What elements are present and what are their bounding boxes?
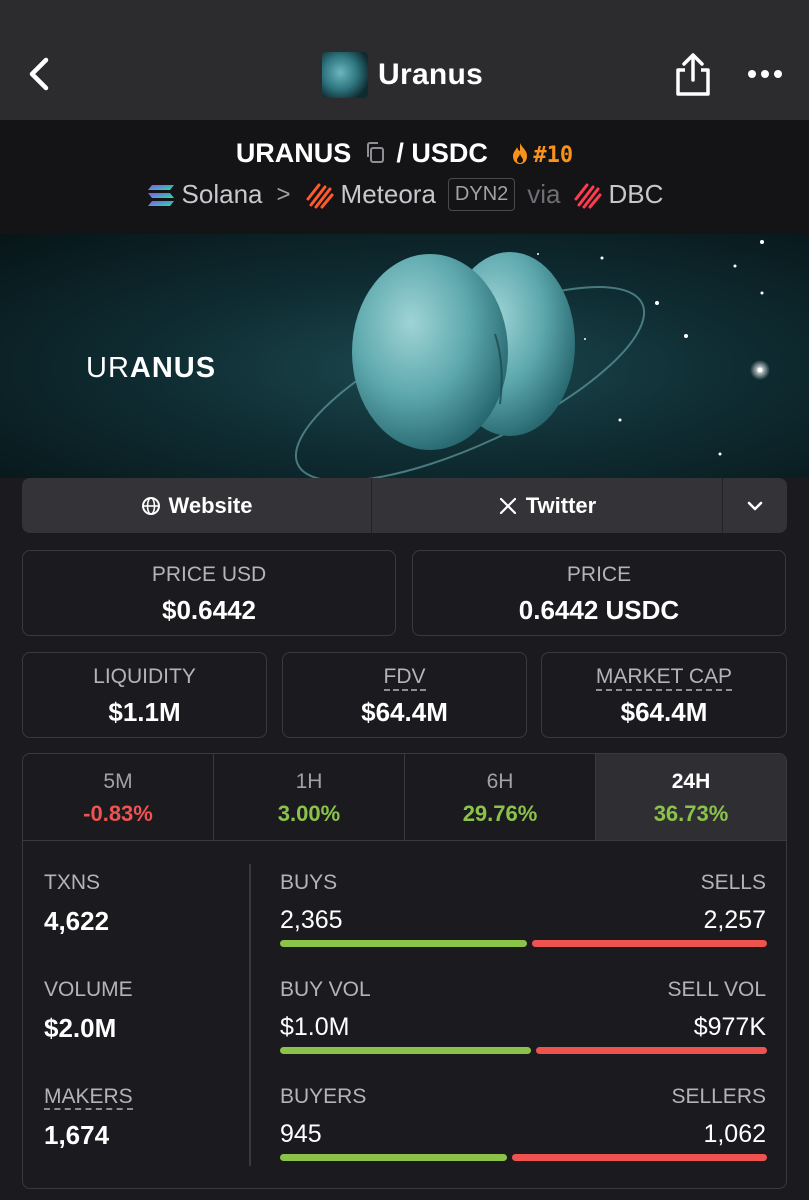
more-horizontal-icon[interactable] <box>744 62 786 86</box>
market-cap-label: MARKET CAP <box>542 665 786 691</box>
globe-icon <box>141 496 160 515</box>
token-banner: URANUS <box>0 234 809 478</box>
via-label: via <box>527 179 561 209</box>
trending-rank[interactable]: #10 <box>509 143 573 168</box>
price-card: PRICE 0.6442 USDC <box>412 550 786 636</box>
token-title: Uranus <box>322 52 483 98</box>
volume-value: $2.0M <box>44 1013 117 1043</box>
price-usd-card: PRICE USD $0.6442 <box>22 550 396 636</box>
tab-change: -0.83% <box>83 801 153 826</box>
tab-6h[interactable]: 6H 29.76% <box>405 754 596 840</box>
tab-change: 3.00% <box>277 801 341 826</box>
sell-vol-label: SELL VOL <box>667 978 766 1001</box>
liquidity-card: LIQUIDITY $1.1M <box>22 652 267 738</box>
timeframe-tabs: 5M -0.83% 1H 3.00% 6H 29.76% 24H 36.73% <box>23 754 786 841</box>
pair-title: URANUS / USDC #10 <box>0 138 809 169</box>
fdv-label: FDV <box>283 665 526 691</box>
makers-label[interactable]: MAKERS <box>44 1085 133 1110</box>
token-logo <box>322 52 368 98</box>
pool-type-badge: DYN2 <box>447 178 516 211</box>
tab-label: 1H <box>295 770 323 793</box>
tab-label: 6H <box>486 770 514 793</box>
tab-5m[interactable]: 5M -0.83% <box>23 754 214 840</box>
chevron-left-icon[interactable] <box>22 52 62 96</box>
trading-stats-panel: 5M -0.83% 1H 3.00% 6H 29.76% 24H 36.73% … <box>22 753 787 1189</box>
market-cap-card[interactable]: MARKET CAP $64.4M <box>541 652 787 738</box>
sellers-label: SELLERS <box>671 1085 766 1108</box>
buys-bar <box>280 940 527 947</box>
txns-value: 4,622 <box>44 906 110 936</box>
launchpad-name[interactable]: DBC <box>609 179 664 210</box>
twitter-label: Twitter <box>525 492 597 518</box>
buyers-value: 945 <box>280 1120 322 1148</box>
meteora-icon <box>305 181 335 209</box>
website-button[interactable]: Website <box>22 478 372 533</box>
sells-bar <box>532 940 767 947</box>
sellers-value: 1,062 <box>703 1120 766 1148</box>
more-links-dropdown[interactable] <box>723 478 787 533</box>
flame-icon <box>509 141 531 165</box>
tab-change: 29.76% <box>462 801 538 826</box>
chevron-down-icon <box>747 501 763 510</box>
buyers-label: BUYERS <box>280 1085 367 1108</box>
pair-separator: / <box>396 138 404 168</box>
price-label: PRICE <box>566 563 632 586</box>
top-nav-bar: Uranus <box>0 0 809 120</box>
makers-value: 1,674 <box>44 1120 110 1150</box>
sell-vol-value: $977K <box>693 1013 766 1041</box>
dex-name[interactable]: Meteora <box>341 179 436 210</box>
chevron-right-icon: > <box>276 180 291 208</box>
stats-divider <box>249 864 251 1166</box>
fdv-value: $64.4M <box>361 697 448 727</box>
buy-vol-label: BUY VOL <box>280 978 371 1001</box>
sells-value: 2,257 <box>703 906 766 934</box>
liquidity-label: LIQUIDITY <box>93 665 196 688</box>
website-label: Website <box>168 492 253 518</box>
tab-change: 36.73% <box>653 801 729 826</box>
fdv-card[interactable]: FDV $64.4M <box>282 652 527 738</box>
share-icon[interactable] <box>672 52 714 98</box>
sell-vol-bar <box>536 1047 767 1054</box>
txns-label: TXNS <box>44 871 101 894</box>
price-usd-label: PRICE USD <box>151 563 267 586</box>
buys-label: BUYS <box>280 871 338 894</box>
sells-label: SELLS <box>700 871 766 894</box>
liquidity-value: $1.1M <box>108 697 181 727</box>
tab-1h[interactable]: 1H 3.00% <box>214 754 405 840</box>
buy-vol-value: $1.0M <box>280 1013 350 1041</box>
sellers-bar <box>512 1154 767 1161</box>
chain-name[interactable]: Solana <box>182 179 263 210</box>
buy-vol-bar <box>280 1047 531 1054</box>
page-title: Uranus <box>378 58 484 91</box>
price-usd-value: $0.6442 <box>162 595 256 625</box>
copy-icon[interactable] <box>365 140 385 163</box>
pair-route: Solana > Meteora DYN2 via DBC <box>0 178 809 211</box>
market-cap-value: $64.4M <box>620 697 708 727</box>
twitter-button[interactable]: Twitter <box>372 478 723 533</box>
social-links-bar: Website Twitter <box>22 478 787 533</box>
price-value: 0.6442 USDC <box>518 595 680 625</box>
base-token: URANUS <box>235 138 352 168</box>
tab-label: 5M <box>103 770 133 793</box>
buyers-bar <box>280 1154 507 1161</box>
tab-label: 24H <box>671 770 711 793</box>
x-logo-icon <box>499 497 516 514</box>
quote-token: USDC <box>411 138 488 168</box>
dbc-icon <box>573 181 603 209</box>
tab-24h[interactable]: 24H 36.73% <box>596 754 786 840</box>
solana-icon <box>146 181 176 209</box>
banner-text: URANUS <box>86 352 217 384</box>
buys-value: 2,365 <box>280 906 343 934</box>
pair-header: URANUS / USDC #10 Solana > Meteora DYN2 <box>0 120 809 234</box>
volume-label: VOLUME <box>44 978 133 1001</box>
rank-text: #10 <box>533 143 574 168</box>
